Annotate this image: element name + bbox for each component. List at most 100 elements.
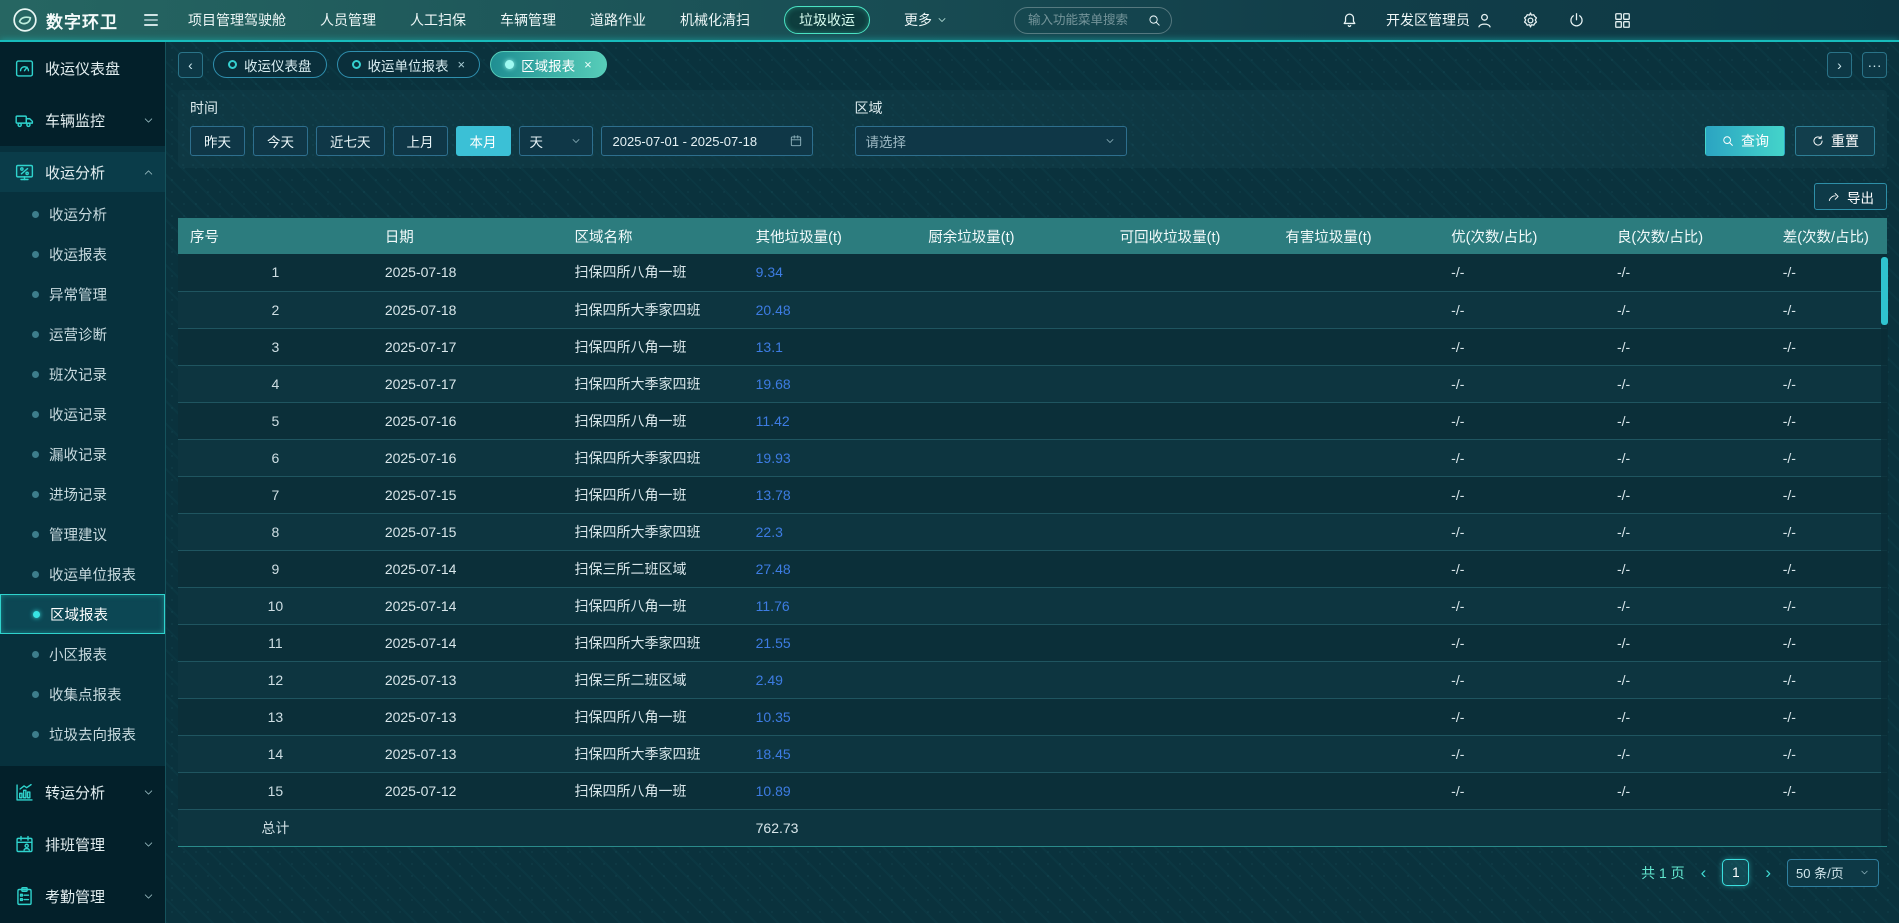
cell-bad-ratio: -/- <box>1771 513 1887 550</box>
sidebar-subitem[interactable]: 收集点报表 <box>0 674 165 714</box>
gear-icon[interactable] <box>1521 11 1540 30</box>
sidebar-subitem[interactable]: 异常管理 <box>0 274 165 314</box>
tab[interactable]: 收运仪表盘 <box>213 51 327 78</box>
search-input[interactable] <box>1028 13 1147 27</box>
sidebar-subitem[interactable]: 进场记录 <box>0 474 165 514</box>
cell-other-waste-link[interactable]: 10.89 <box>744 772 917 809</box>
top-nav-item[interactable]: 垃圾收运 <box>784 6 870 34</box>
top-nav-item[interactable]: 车辆管理 <box>500 7 556 33</box>
tabs-scroll-right-button[interactable]: › <box>1827 52 1852 78</box>
cell-index: 10 <box>178 587 373 624</box>
sidebar-subitem[interactable]: 收运单位报表 <box>0 554 165 594</box>
tabs-scroll-left-button[interactable]: ‹ <box>178 52 203 78</box>
sidebar-subitem[interactable]: 漏收记录 <box>0 434 165 474</box>
cell-recyclable-waste <box>1108 661 1274 698</box>
top-nav-item[interactable]: 更多 <box>904 7 948 33</box>
prev-page-icon[interactable]: ‹ <box>1701 864 1707 881</box>
bell-icon[interactable] <box>1340 11 1359 30</box>
sidebar-subitem[interactable]: 收运报表 <box>0 234 165 274</box>
cell-other-waste-link[interactable]: 13.1 <box>744 328 917 365</box>
cell-other-waste-link[interactable]: 9.34 <box>744 254 917 291</box>
cell-other-waste-link[interactable]: 18.45 <box>744 735 917 772</box>
power-icon[interactable] <box>1567 11 1586 30</box>
sidebar-subitem[interactable]: 收运分析 <box>0 194 165 234</box>
export-button[interactable]: 导出 <box>1814 183 1887 210</box>
sidebar-item[interactable]: 收运仪表盘 <box>0 48 165 88</box>
top-nav-item[interactable]: 人员管理 <box>320 7 376 33</box>
cell-other-waste-link[interactable]: 13.78 <box>744 476 917 513</box>
next-page-icon[interactable]: › <box>1765 864 1771 881</box>
sidebar-subitem[interactable]: 区域报表 <box>0 594 165 634</box>
cell-other-waste-link[interactable]: 10.35 <box>744 698 917 735</box>
apps-grid-icon[interactable] <box>1613 11 1632 30</box>
sidebar-subitem[interactable]: 小区报表 <box>0 634 165 674</box>
date-range-input[interactable]: 2025-07-01 - 2025-07-18 <box>601 126 813 156</box>
time-unit-select[interactable]: 天 <box>519 126 593 156</box>
sidebar-item-label: 考勤管理 <box>45 886 132 907</box>
quick-range-button[interactable]: 今天 <box>253 126 308 156</box>
table-row: 11 2025-07-14 扫保四所大季家四班 21.55 -/- -/- -/… <box>178 624 1887 661</box>
query-button[interactable]: 查询 <box>1705 126 1785 156</box>
sidebar-subitem[interactable]: 运营诊断 <box>0 314 165 354</box>
cell-harmful-waste <box>1273 772 1439 809</box>
sidebar-item[interactable]: 转运分析 <box>0 772 165 812</box>
bullet-icon <box>32 651 39 658</box>
page-size-select[interactable]: 50 条/页 <box>1787 859 1879 887</box>
cell-area-name: 扫保四所八角一班 <box>563 254 744 291</box>
cell-kitchen-waste <box>916 513 1107 550</box>
cell-excellent-ratio: -/- <box>1439 402 1605 439</box>
top-nav-item[interactable]: 人工扫保 <box>410 7 466 33</box>
page-total-text: 共 1 页 <box>1641 863 1685 883</box>
quick-range-button[interactable]: 昨天 <box>190 126 245 156</box>
search-icon[interactable] <box>1147 13 1162 28</box>
sidebar-subitem[interactable]: 垃圾去向报表 <box>0 714 165 754</box>
sidebar-item[interactable]: 考勤管理 <box>0 876 165 916</box>
table-scrollbar[interactable] <box>1881 255 1888 846</box>
cell-date: 2025-07-18 <box>373 254 563 291</box>
menu-toggle-icon[interactable] <box>144 14 158 26</box>
tab[interactable]: 收运单位报表 × <box>337 51 481 78</box>
quick-range-button[interactable]: 近七天 <box>316 126 385 156</box>
tab[interactable]: 区域报表 × <box>490 51 607 78</box>
cell-other-waste-link[interactable]: 20.48 <box>744 291 917 328</box>
user-menu[interactable]: 开发区管理员 <box>1386 10 1494 30</box>
quick-range-button[interactable]: 上月 <box>393 126 448 156</box>
reset-button[interactable]: 重置 <box>1795 126 1875 156</box>
table-header-cell: 有害垃圾量(t) <box>1273 218 1439 254</box>
table-row: 7 2025-07-15 扫保四所八角一班 13.78 -/- -/- -/- <box>178 476 1887 513</box>
cell-other-waste-link[interactable]: 11.42 <box>744 402 917 439</box>
quick-range-button[interactable]: 本月 <box>456 126 511 156</box>
cell-recyclable-waste <box>1108 291 1274 328</box>
current-page-button[interactable]: 1 <box>1722 859 1749 886</box>
top-nav-item[interactable]: 机械化清扫 <box>680 7 750 33</box>
tab-close-icon[interactable]: × <box>584 57 592 72</box>
function-search[interactable] <box>1014 7 1172 34</box>
sidebar-item-label: 收运分析 <box>45 162 132 183</box>
cell-other-waste-link[interactable]: 27.48 <box>744 550 917 587</box>
open-tabs: 收运仪表盘 收运单位报表 × 区域报表 × <box>213 51 607 78</box>
tab-close-icon[interactable]: × <box>458 57 466 72</box>
sidebar-item[interactable]: 车辆监控 <box>0 100 165 140</box>
user-icon <box>1475 11 1494 30</box>
sidebar-item[interactable]: 收运分析 <box>0 152 165 192</box>
cell-other-waste-link[interactable]: 19.93 <box>744 439 917 476</box>
cell-other-waste-link[interactable]: 21.55 <box>744 624 917 661</box>
cell-good-ratio: -/- <box>1605 698 1771 735</box>
top-nav-item[interactable]: 道路作业 <box>590 7 646 33</box>
cell-other-waste-link[interactable]: 19.68 <box>744 365 917 402</box>
table-header-cell: 差(次数/占比) <box>1771 218 1887 254</box>
sidebar-subitem-label: 区域报表 <box>50 604 108 625</box>
cell-other-waste-link[interactable]: 2.49 <box>744 661 917 698</box>
cell-excellent-ratio: -/- <box>1439 476 1605 513</box>
cell-other-waste-link[interactable]: 22.3 <box>744 513 917 550</box>
sidebar-subitem[interactable]: 班次记录 <box>0 354 165 394</box>
tabs-more-button[interactable]: ··· <box>1862 52 1887 78</box>
sidebar-subitem[interactable]: 管理建议 <box>0 514 165 554</box>
scrollbar-thumb[interactable] <box>1881 257 1888 325</box>
cell-other-waste-link[interactable]: 11.76 <box>744 587 917 624</box>
sidebar-item[interactable]: 排班管理 <box>0 824 165 864</box>
top-nav-item[interactable]: 项目管理驾驶舱 <box>188 7 286 33</box>
sidebar-subitem[interactable]: 收运记录 <box>0 394 165 434</box>
region-select[interactable]: 请选择 <box>855 126 1127 156</box>
cell-area-name: 扫保四所大季家四班 <box>563 365 744 402</box>
